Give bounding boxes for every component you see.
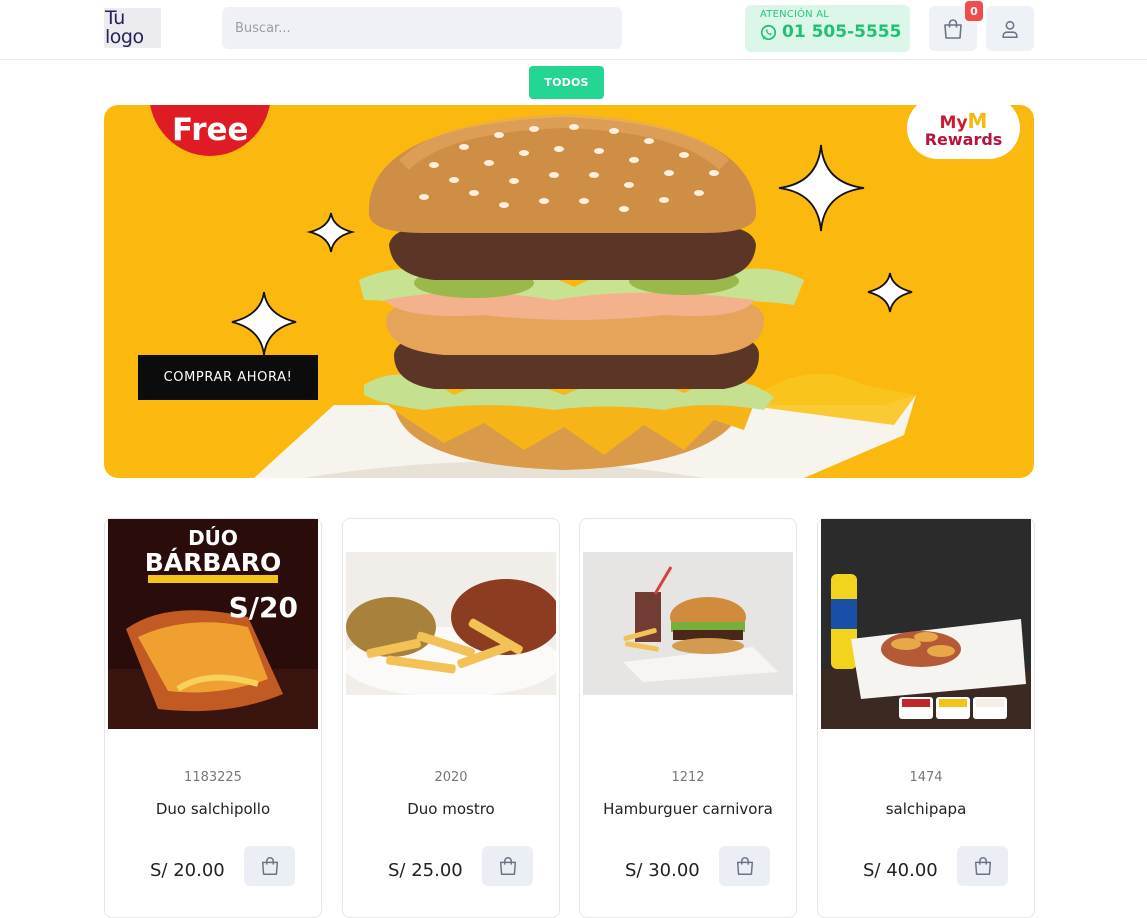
free-badge-text: Free bbox=[172, 112, 249, 148]
shopping-bag-icon bbox=[736, 857, 753, 875]
promo-price: S/20 bbox=[229, 591, 298, 624]
banner-burger-illustration bbox=[231, 113, 916, 478]
rewards-text: Rewards bbox=[924, 130, 1003, 149]
shopping-bag-icon bbox=[261, 857, 278, 875]
hero-banner[interactable]: Free MyM Rewards COMPRAR AHORA! bbox=[104, 105, 1034, 478]
product-image[interactable]: DÚO BÁRBARO S/20 bbox=[108, 519, 318, 729]
add-to-cart-button[interactable] bbox=[957, 846, 1008, 886]
product-code: 1212 bbox=[671, 770, 705, 785]
promo-title-2: BÁRBARO bbox=[145, 548, 282, 577]
product-image[interactable] bbox=[821, 519, 1031, 729]
product-price: S/ 30.00 bbox=[625, 860, 700, 881]
product-name[interactable]: Duo mostro bbox=[343, 800, 559, 818]
store-logo[interactable]: Tu logo bbox=[104, 8, 161, 48]
phone-number: 01 505-5555 bbox=[760, 22, 910, 42]
product-name[interactable]: Hamburguer carnivora bbox=[580, 800, 796, 818]
shopping-bag-icon bbox=[499, 857, 516, 875]
buy-now-button[interactable]: COMPRAR AHORA! bbox=[138, 355, 318, 400]
product-code: 1183225 bbox=[184, 770, 242, 785]
product-code: 2020 bbox=[434, 770, 468, 785]
cart-button[interactable]: 0 bbox=[929, 1, 983, 51]
product-image[interactable] bbox=[583, 552, 793, 695]
phone-number-text: 01 505-5555 bbox=[782, 22, 902, 42]
product-card[interactable]: 2020 Duo mostro S/ 25.00 bbox=[342, 518, 560, 918]
promo-title-1: DÚO bbox=[188, 526, 238, 550]
add-to-cart-button[interactable] bbox=[244, 846, 295, 886]
search-input[interactable] bbox=[222, 7, 622, 49]
shopping-bag-icon bbox=[944, 18, 962, 39]
account-button[interactable] bbox=[986, 6, 1034, 51]
add-to-cart-button[interactable] bbox=[719, 846, 770, 886]
product-card[interactable]: DÚO BÁRBARO S/20 1183225 Duo salchipollo… bbox=[104, 518, 322, 918]
shopping-bag-icon bbox=[974, 857, 991, 875]
whatsapp-icon bbox=[760, 24, 777, 40]
top-header: Tu logo ATENCIÓN AL 01 505-5555 0 bbox=[0, 0, 1147, 60]
customer-service-box[interactable]: ATENCIÓN AL 01 505-5555 bbox=[745, 5, 910, 52]
product-name[interactable]: salchipapa bbox=[818, 800, 1034, 818]
product-image[interactable] bbox=[346, 552, 556, 695]
product-code: 1474 bbox=[909, 770, 943, 785]
add-to-cart-button[interactable] bbox=[482, 846, 533, 886]
category-todos-button[interactable]: TODOS bbox=[529, 66, 604, 99]
product-card[interactable]: 1212 Hamburguer carnivora S/ 30.00 bbox=[579, 518, 797, 918]
product-price: S/ 40.00 bbox=[863, 860, 938, 881]
logo-line-2: logo bbox=[105, 26, 144, 48]
cart-count-badge: 0 bbox=[965, 1, 983, 21]
user-icon bbox=[1002, 20, 1018, 38]
myrewards-logo: MyM Rewards bbox=[907, 105, 1020, 159]
product-price: S/ 25.00 bbox=[388, 860, 463, 881]
product-card[interactable]: 1474 salchipapa S/ 40.00 bbox=[817, 518, 1035, 918]
product-name[interactable]: Duo salchipollo bbox=[105, 800, 321, 818]
product-price: S/ 20.00 bbox=[150, 860, 225, 881]
customer-service-label: ATENCIÓN AL bbox=[760, 9, 830, 20]
